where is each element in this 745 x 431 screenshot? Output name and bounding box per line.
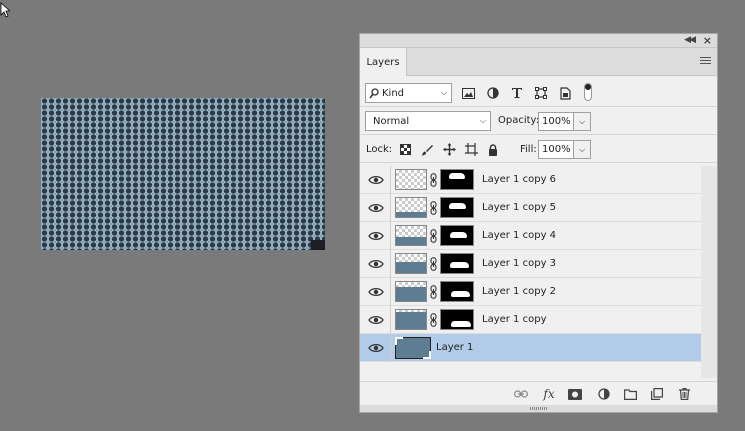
layers-footer-toolbar: fx xyxy=(360,381,717,405)
visibility-eye-icon[interactable] xyxy=(368,315,384,325)
layers-scrollbar[interactable] xyxy=(701,166,717,378)
layer-mask-thumbnail[interactable] xyxy=(440,253,474,274)
chevron-down-icon: ⌵ xyxy=(578,144,586,154)
layer-row[interactable]: Layer 1 copy 2 xyxy=(360,278,701,306)
mask-link-icon[interactable] xyxy=(430,285,437,299)
layer-name: Layer 1 copy 3 xyxy=(482,258,557,269)
panel-menu-icon[interactable] xyxy=(700,57,711,66)
visibility-eye-icon[interactable] xyxy=(368,175,384,185)
layer-mask-thumbnail[interactable] xyxy=(440,169,474,190)
layer-name: Layer 1 copy 6 xyxy=(482,174,557,185)
image-corner-shadow xyxy=(311,240,325,250)
new-adjustment-layer-icon[interactable] xyxy=(596,386,612,402)
layer-row[interactable]: Layer 1 copy xyxy=(360,306,701,334)
fill-label: Fill: xyxy=(520,144,537,155)
layer-row[interactable]: Layer 1 copy 5 xyxy=(360,194,701,222)
new-group-folder-icon[interactable] xyxy=(622,386,638,402)
layer-thumbnail[interactable] xyxy=(395,225,427,246)
visibility-eye-icon[interactable] xyxy=(368,203,384,213)
shape-filter-icon[interactable] xyxy=(534,87,548,99)
layer-name: Layer 1 copy 2 xyxy=(482,286,557,297)
lock-position-icon[interactable] xyxy=(442,143,456,156)
visibility-eye-icon[interactable] xyxy=(368,231,384,241)
layer-name: Layer 1 copy 4 xyxy=(482,230,557,241)
document-canvas-image[interactable] xyxy=(41,98,325,250)
chevron-down-icon: ⌵ xyxy=(578,116,586,126)
visibility-eye-icon[interactable] xyxy=(368,287,384,297)
mask-link-icon[interactable] xyxy=(430,257,437,271)
layer-mask-thumbnail[interactable] xyxy=(440,197,474,218)
adjustment-filter-icon[interactable] xyxy=(486,87,500,99)
chevron-down-icon: ⌵ xyxy=(479,116,486,125)
opacity-input[interactable]: 100% xyxy=(538,112,578,131)
filter-row: Kind ⌵ xyxy=(360,76,717,107)
row-divider xyxy=(390,334,391,362)
lock-artboard-icon[interactable] xyxy=(464,143,478,156)
layers-list: Layer 1 copy 6 Layer 1 copy 5 Layer 1 copy… xyxy=(360,166,717,378)
filter-toggle-switch[interactable] xyxy=(584,83,592,101)
row-divider xyxy=(390,222,391,250)
row-divider xyxy=(390,250,391,278)
layer-thumbnail[interactable] xyxy=(395,169,427,190)
blend-mode-select[interactable]: Normal ⌵ xyxy=(365,111,491,131)
layer-row[interactable]: Layer 1 copy 6 xyxy=(360,166,701,194)
search-icon xyxy=(369,87,379,98)
layer-name: Layer 1 copy 5 xyxy=(482,202,557,213)
layer-mask-thumbnail[interactable] xyxy=(440,309,474,330)
row-divider xyxy=(390,306,391,334)
layer-thumbnail[interactable] xyxy=(395,281,427,302)
layer-name: Layer 1 copy xyxy=(482,314,547,325)
layer-thumbnail[interactable] xyxy=(395,309,427,330)
collapse-panel-icon[interactable]: ◀◀ xyxy=(684,35,696,45)
panel-title-strip: ◀◀ × xyxy=(360,34,717,48)
layer-row[interactable]: Layer 1 xyxy=(360,334,701,362)
visibility-eye-icon[interactable] xyxy=(368,343,384,353)
mask-link-icon[interactable] xyxy=(430,313,437,327)
mask-link-icon[interactable] xyxy=(430,173,437,187)
tab-layers[interactable]: Layers xyxy=(360,48,407,76)
lock-all-icon[interactable] xyxy=(486,143,500,156)
mask-link-icon[interactable] xyxy=(430,201,437,215)
layer-row[interactable]: Layer 1 copy 4 xyxy=(360,222,701,250)
new-layer-icon[interactable] xyxy=(649,386,665,402)
add-mask-icon[interactable] xyxy=(567,386,583,402)
type-filter-icon[interactable] xyxy=(510,87,524,99)
layers-panel: ◀◀ × Layers Kind ⌵ Normal ⌵ Opacity: 100… xyxy=(359,33,718,413)
row-divider xyxy=(390,166,391,194)
layer-row[interactable]: Layer 1 copy 3 xyxy=(360,250,701,278)
lock-row: Lock: Fill: 100% ⌵ xyxy=(360,135,717,163)
panel-tab-bar: Layers xyxy=(360,48,717,76)
blend-row: Normal ⌵ Opacity: 100% ⌵ xyxy=(360,107,717,135)
layer-style-fx-icon[interactable]: fx xyxy=(541,386,557,402)
layer-mask-thumbnail[interactable] xyxy=(440,225,474,246)
layer-thumbnail[interactable] xyxy=(395,197,427,218)
mask-link-icon[interactable] xyxy=(430,229,437,243)
layer-mask-thumbnail[interactable] xyxy=(440,281,474,302)
filter-kind-label: Kind xyxy=(382,87,405,99)
visibility-eye-icon[interactable] xyxy=(368,259,384,269)
fill-dropdown-button[interactable]: ⌵ xyxy=(573,140,591,159)
lock-image-pixels-icon[interactable] xyxy=(420,143,434,156)
close-panel-icon[interactable]: × xyxy=(703,34,712,47)
image-filter-icon[interactable] xyxy=(461,87,475,99)
panel-resize-grip[interactable] xyxy=(360,405,717,412)
smart-object-filter-icon[interactable] xyxy=(558,86,572,100)
layer-name: Layer 1 xyxy=(436,342,474,353)
opacity-dropdown-button[interactable]: ⌵ xyxy=(573,112,591,131)
layer-thumbnail[interactable] xyxy=(395,253,427,274)
lock-label: Lock: xyxy=(366,144,393,155)
delete-layer-trash-icon[interactable] xyxy=(676,386,692,402)
layer-thumbnail[interactable] xyxy=(395,337,431,359)
lock-transparent-pixels-icon[interactable] xyxy=(398,143,412,156)
chevron-down-icon: ⌵ xyxy=(440,88,447,97)
blend-mode-value: Normal xyxy=(373,115,410,127)
opacity-label: Opacity: xyxy=(498,115,540,126)
row-divider xyxy=(390,278,391,306)
fill-input[interactable]: 100% xyxy=(538,140,578,159)
link-layers-icon[interactable] xyxy=(513,386,529,402)
filter-kind-select[interactable]: Kind ⌵ xyxy=(365,83,452,103)
mouse-pointer-icon xyxy=(0,2,10,18)
row-divider xyxy=(390,194,391,222)
